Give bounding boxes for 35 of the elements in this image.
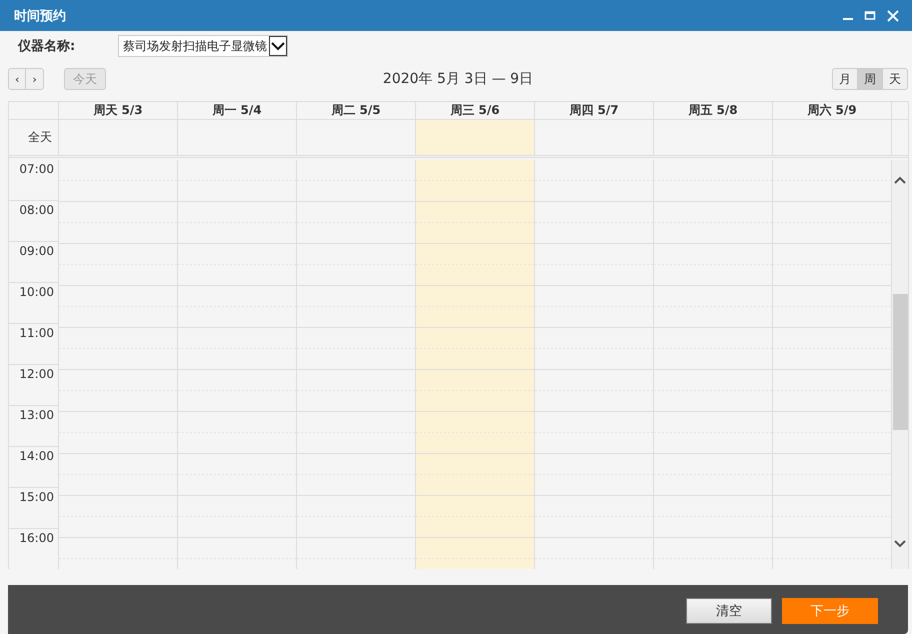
scrollbar[interactable] — [891, 160, 908, 569]
scrollbar-thumb[interactable] — [893, 294, 908, 430]
day-header: 周二 5/5 — [296, 102, 415, 119]
day-header: 周四 5/7 — [534, 102, 653, 119]
chevron-down-icon[interactable] — [894, 540, 906, 548]
time-label: 14:00 — [19, 449, 54, 463]
instrument-dropdown[interactable]: 蔡司场发射扫描电子显微镜 — [118, 35, 288, 57]
time-label: 16:00 — [19, 531, 54, 545]
date-range: 2020年 5月 3日 — 9日 — [382, 70, 534, 88]
time-label: 15:00 — [19, 490, 54, 504]
day-header: 周三 5/6 — [415, 102, 534, 119]
chevron-up-icon[interactable] — [894, 176, 906, 184]
instrument-label: 仪器名称: — [18, 38, 76, 55]
time-label: 11:00 — [19, 326, 54, 340]
day-header: 周天 5/3 — [58, 102, 177, 119]
previous-button[interactable]: ‹ — [8, 68, 26, 90]
time-label: 13:00 — [19, 408, 54, 422]
window-title: 时间预约 — [14, 8, 66, 24]
day-header: 周一 5/4 — [177, 102, 296, 119]
day-header: 周六 5/9 — [772, 102, 891, 119]
chevron-down-icon — [269, 36, 287, 56]
time-label: 09:00 — [19, 244, 54, 258]
next-button[interactable]: › — [26, 68, 44, 90]
maximize-icon[interactable] — [864, 10, 876, 22]
clear-button[interactable]: 清空 — [686, 598, 772, 624]
view-tab[interactable]: 天 — [883, 68, 908, 90]
time-label: 08:00 — [19, 203, 54, 217]
time-label: 07:00 — [19, 162, 54, 176]
time-label: 10:00 — [19, 285, 54, 299]
view-tab[interactable]: 月 — [832, 68, 858, 90]
time-label: 12:00 — [19, 367, 54, 381]
close-icon[interactable] — [886, 8, 900, 22]
all-day-label: 全天 — [28, 129, 52, 146]
view-tab[interactable]: 周 — [858, 68, 883, 90]
day-header: 周五 5/8 — [653, 102, 772, 119]
